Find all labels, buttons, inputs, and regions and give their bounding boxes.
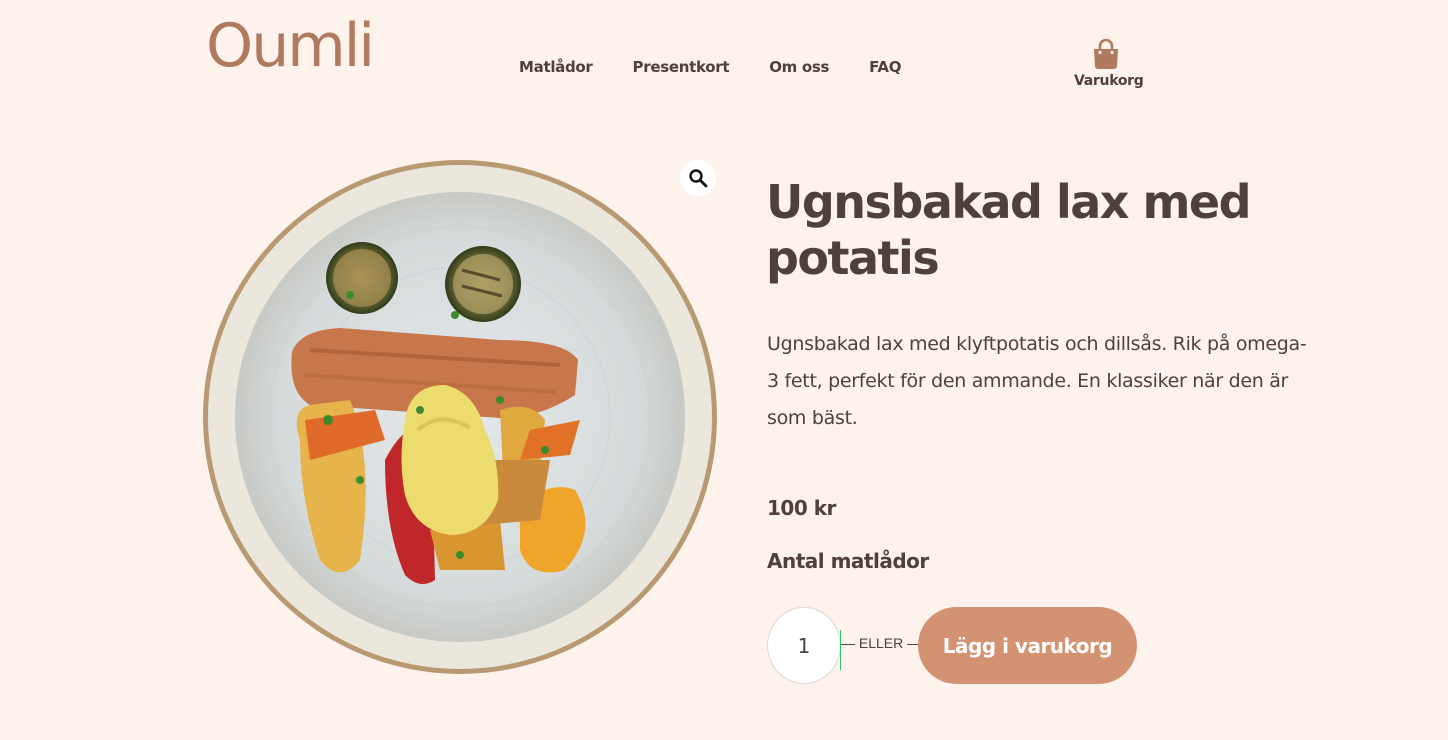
nav-link-om-oss[interactable]: Om oss — [769, 58, 829, 76]
product-image[interactable] — [200, 160, 720, 680]
cart-label: Varukorg — [1074, 73, 1144, 89]
or-separator: — ELLER — — [841, 635, 922, 651]
magnifier-icon — [689, 169, 708, 188]
nav-link-presentkort[interactable]: Presentkort — [633, 58, 730, 76]
main-nav: Matlådor Presentkort Om oss FAQ — [519, 58, 901, 76]
add-to-cart-button[interactable]: Lägg i varukorg — [918, 607, 1137, 684]
cart-button[interactable]: Varukorg — [1074, 38, 1144, 89]
product-price: 100 kr — [767, 496, 836, 520]
nav-link-faq[interactable]: FAQ — [869, 58, 901, 76]
zoom-button[interactable] — [680, 160, 716, 196]
quantity-label: Antal matlådor — [767, 549, 929, 573]
nav-link-matladorn[interactable]: Matlådor — [519, 58, 593, 76]
shopping-bag-icon — [1094, 38, 1118, 69]
product-title: Ugnsbakad lax med potatis — [766, 175, 1252, 285]
brand-logo[interactable]: Oumli — [206, 6, 375, 86]
product-description: Ugnsbakad lax med klyftpotatis och dills… — [767, 333, 1307, 429]
quantity-input[interactable] — [767, 607, 841, 684]
